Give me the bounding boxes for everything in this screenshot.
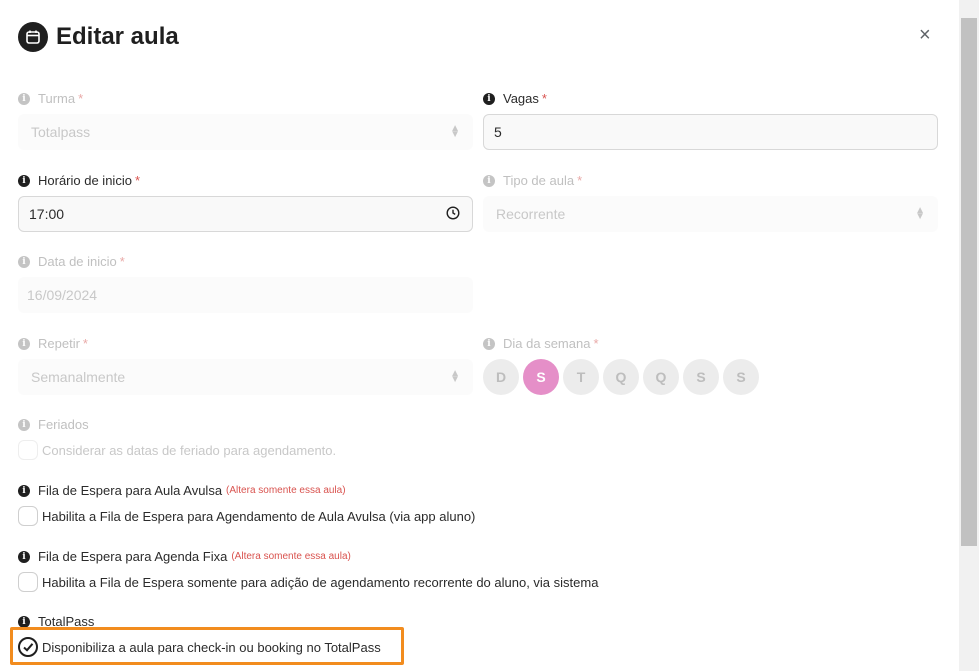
info-icon: i bbox=[18, 255, 30, 268]
repetir-label: i Repetir * bbox=[18, 336, 88, 351]
fila-fixa-option: Habilita a Fila de Espera somente para a… bbox=[18, 572, 598, 592]
fila-fixa-checkbox[interactable] bbox=[18, 572, 38, 592]
info-icon: i bbox=[18, 550, 30, 563]
tipo-select[interactable]: Recorrente ▲ ▼ bbox=[483, 196, 938, 232]
tipo-value: Recorrente bbox=[496, 206, 566, 222]
data-value: 16/09/2024 bbox=[27, 287, 98, 303]
weekday-button[interactable]: T bbox=[563, 359, 599, 395]
clock-icon[interactable] bbox=[446, 206, 460, 223]
info-icon: i bbox=[18, 615, 30, 628]
scrollbar-thumb[interactable] bbox=[961, 18, 977, 546]
weekday-button[interactable]: S bbox=[723, 359, 759, 395]
turma-select[interactable]: Totalpass ▲ ▼ bbox=[18, 114, 473, 150]
horario-label: i Horário de inicio * bbox=[18, 173, 140, 188]
weekday-button[interactable]: S bbox=[683, 359, 719, 395]
close-icon[interactable]: × bbox=[919, 24, 931, 47]
horario-value: 17:00 bbox=[29, 206, 65, 222]
modal-header: Editar aula bbox=[18, 22, 179, 52]
info-icon: i bbox=[18, 92, 30, 105]
horario-input[interactable]: 17:00 bbox=[18, 196, 473, 232]
weekday-button[interactable]: D bbox=[483, 359, 519, 395]
info-icon: i bbox=[483, 92, 495, 105]
vagas-value: 5 bbox=[494, 124, 502, 140]
info-icon: i bbox=[483, 337, 495, 350]
weekday-button[interactable]: Q bbox=[603, 359, 639, 395]
vagas-label: i Vagas * bbox=[483, 91, 547, 106]
repetir-value: Semanalmente bbox=[31, 369, 126, 385]
fila-avulsa-checkbox[interactable] bbox=[18, 506, 38, 526]
repetir-select[interactable]: Semanalmente ▲ ▼ bbox=[18, 359, 473, 395]
totalpass-option: Disponibiliza a aula para check-in ou bo… bbox=[18, 637, 381, 657]
modal-title: Editar aula bbox=[56, 23, 179, 50]
check-circle-icon[interactable] bbox=[18, 637, 38, 657]
fila-avulsa-option: Habilita a Fila de Espera para Agendamen… bbox=[18, 506, 475, 526]
info-icon: i bbox=[18, 174, 30, 187]
weekday-selector: D S T Q Q S S bbox=[483, 359, 763, 395]
feriados-option: Considerar as datas de feriado para agen… bbox=[18, 440, 336, 460]
tipo-label: i Tipo de aula * bbox=[483, 173, 582, 188]
fila-avulsa-label: i Fila de Espera para Aula Avulsa (Alter… bbox=[18, 483, 346, 498]
info-icon: i bbox=[483, 174, 495, 187]
info-icon: i bbox=[18, 337, 30, 350]
select-arrows-icon: ▲ ▼ bbox=[915, 205, 925, 222]
select-arrows-icon: ▲ ▼ bbox=[450, 368, 460, 385]
data-input[interactable]: 16/09/2024 bbox=[18, 277, 473, 313]
weekday-button[interactable]: Q bbox=[643, 359, 679, 395]
calendar-icon bbox=[18, 22, 48, 52]
turma-value: Totalpass bbox=[31, 124, 91, 140]
info-icon: i bbox=[18, 484, 30, 497]
feriados-label: i Feriados bbox=[18, 417, 89, 432]
dia-semana-label: i Dia da semana * bbox=[483, 336, 599, 351]
fila-fixa-label: i Fila de Espera para Agenda Fixa (Alter… bbox=[18, 549, 351, 564]
feriados-checkbox[interactable] bbox=[18, 440, 38, 460]
vagas-input[interactable]: 5 bbox=[483, 114, 938, 150]
data-label: i Data de inicio * bbox=[18, 254, 125, 269]
select-arrows-icon: ▲ ▼ bbox=[450, 123, 460, 140]
turma-label: i Turma * bbox=[18, 91, 83, 106]
weekday-button-selected[interactable]: S bbox=[523, 359, 559, 395]
info-icon: i bbox=[18, 418, 30, 431]
